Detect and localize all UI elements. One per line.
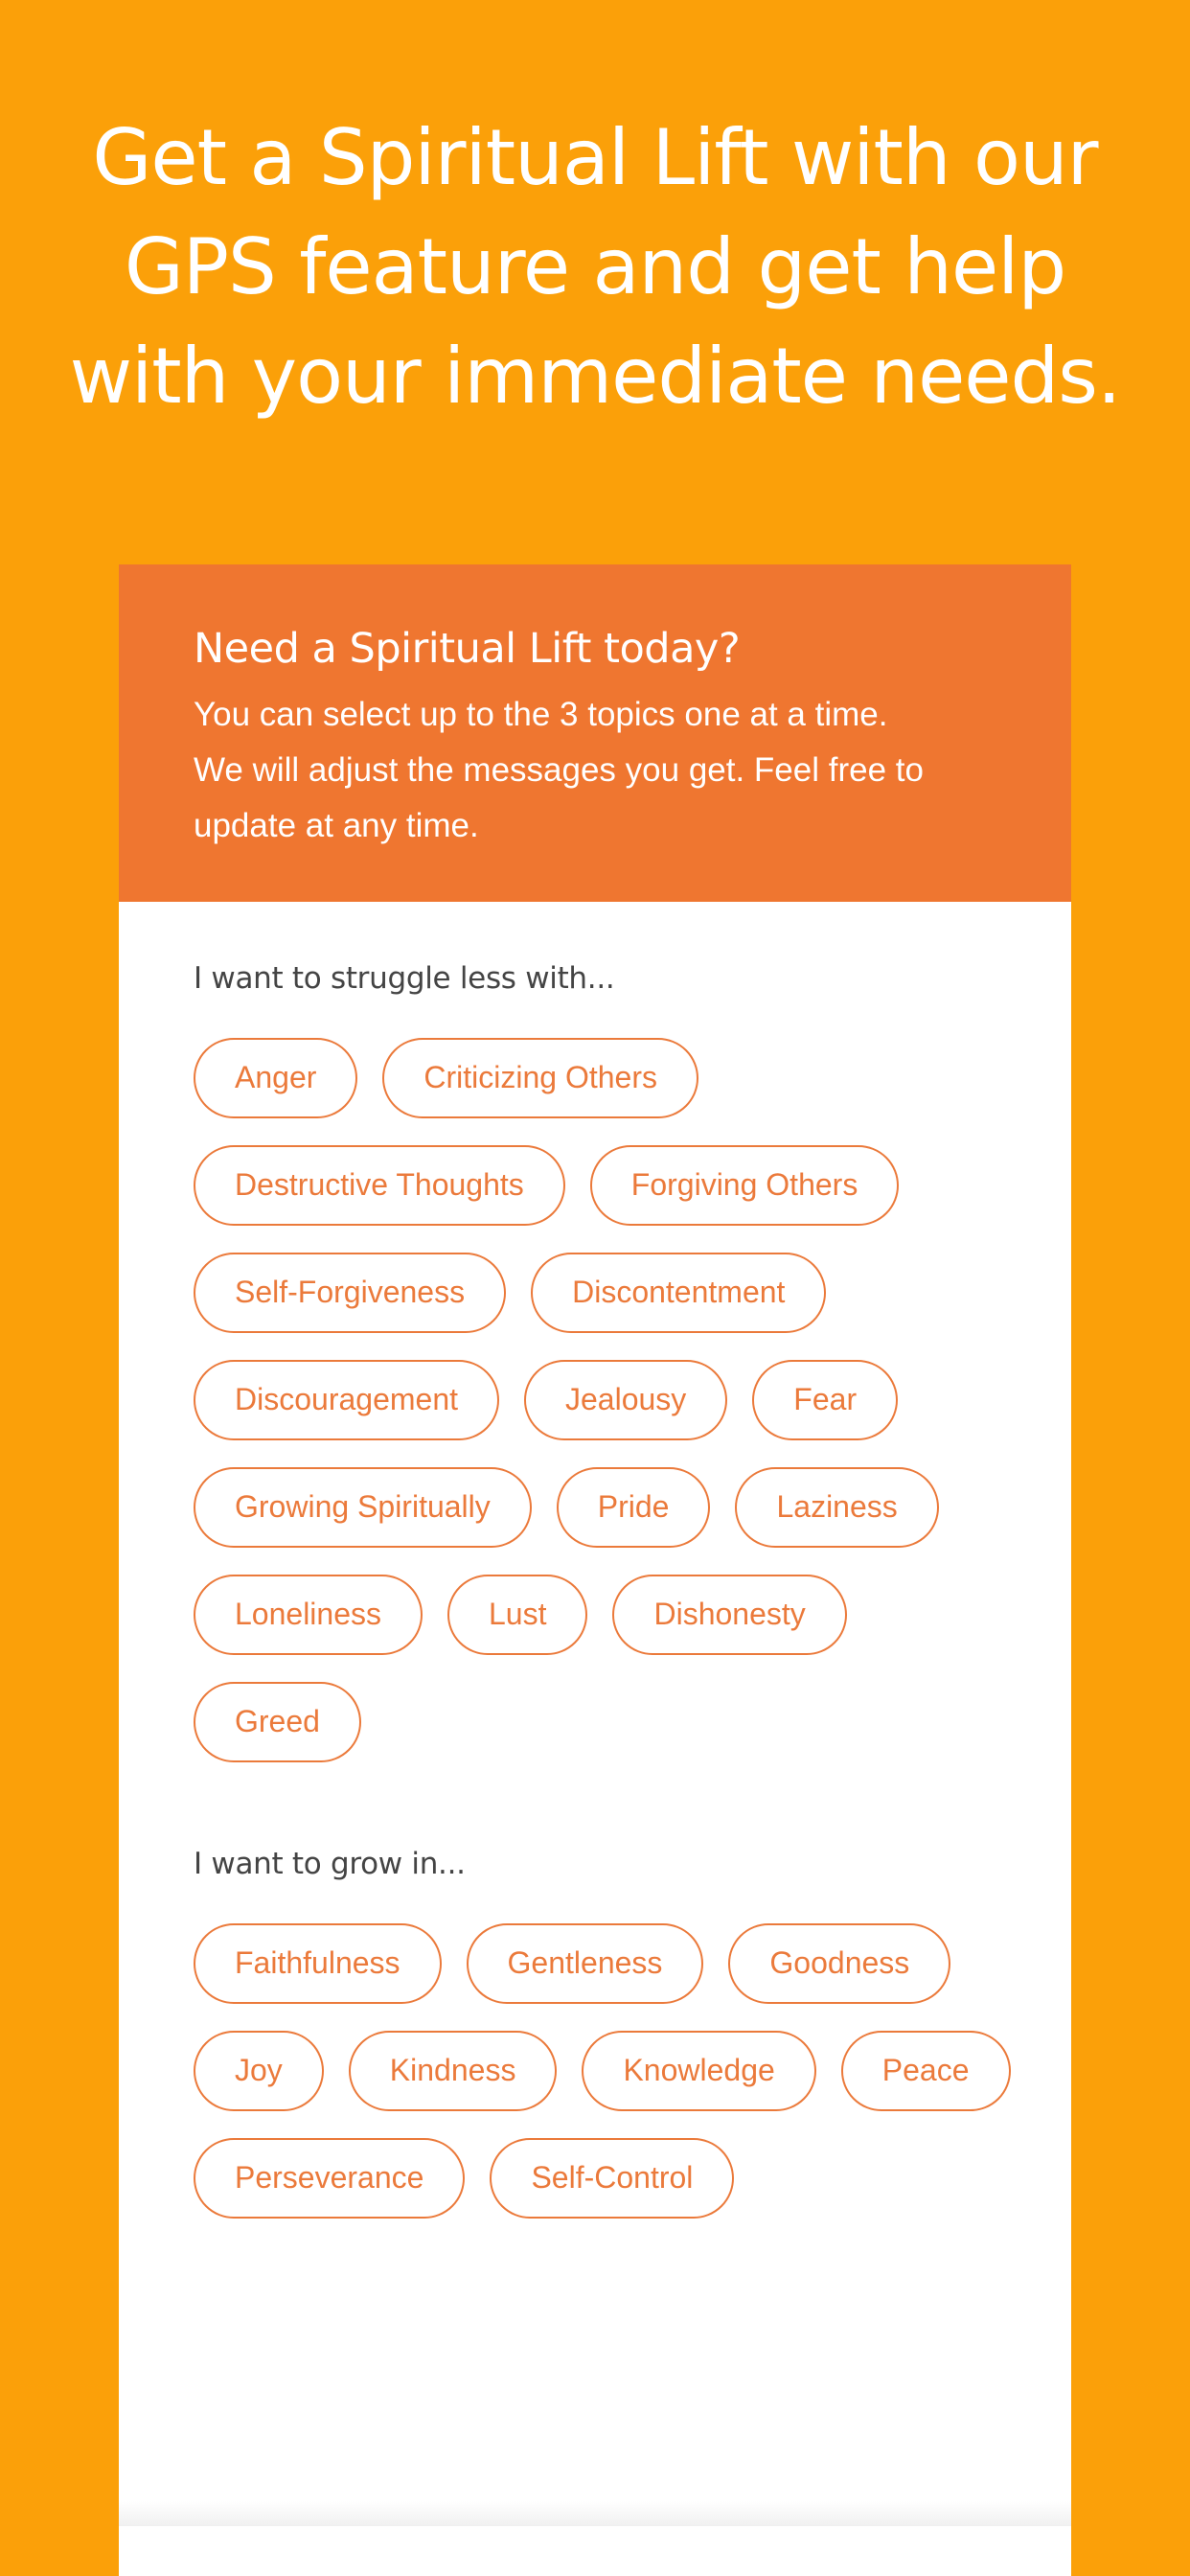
grow-section-label: I want to grow in...	[194, 1847, 466, 1881]
grow-topic-chip[interactable]: Faithfulness	[194, 1923, 442, 2004]
grow-topic-chip[interactable]: Knowledge	[582, 2031, 816, 2111]
topic-selection-card: Need a Spiritual Lift today? You can sel…	[119, 564, 1071, 2576]
struggle-topic-chip[interactable]: Growing Spiritually	[194, 1467, 532, 1548]
hero-title-line: GPS feature and get help	[124, 222, 1066, 311]
hero-title-line: Get a Spiritual Lift with our	[92, 113, 1098, 202]
struggle-topic-chip[interactable]: Lust	[447, 1575, 588, 1655]
struggle-topic-chip[interactable]: Greed	[194, 1682, 361, 1762]
card-body: I want to struggle less with... Anger Cri…	[119, 902, 1071, 2219]
struggle-topic-chip[interactable]: Anger	[194, 1038, 358, 1118]
struggle-topic-chip[interactable]: Discontentment	[531, 1253, 827, 1333]
struggle-topic-chip[interactable]: Self-Forgiveness	[194, 1253, 507, 1333]
grow-topic-chip[interactable]: Kindness	[348, 2031, 558, 2111]
struggle-topic-list: Anger Criticizing Others Destructive Thoug…	[194, 1038, 1018, 1762]
struggle-topic-chip[interactable]: Pride	[556, 1467, 711, 1548]
grow-topic-chip[interactable]: Gentleness	[466, 1923, 704, 2004]
grow-topic-chip[interactable]: Perseverance	[194, 2138, 466, 2219]
card-bottom-shadow	[119, 2501, 1071, 2528]
struggle-topic-chip[interactable]: Loneliness	[194, 1575, 423, 1655]
grow-topic-chip[interactable]: Peace	[840, 2031, 1011, 2111]
struggle-topic-chip[interactable]: Fear	[752, 1360, 899, 1440]
card-header: Need a Spiritual Lift today? You can sel…	[119, 564, 1071, 902]
struggle-topic-chip[interactable]: Dishonesty	[612, 1575, 847, 1655]
hero-title-line: with your immediate needs.	[69, 332, 1122, 421]
card-title: Need a Spiritual Lift today?	[194, 625, 741, 673]
hero-title: Get a Spiritual Lift with our GPS featur…	[0, 104, 1190, 431]
struggle-section: I want to struggle less with... Anger Cri…	[194, 959, 1014, 1762]
grow-topic-chip[interactable]: Self-Control	[490, 2138, 735, 2219]
struggle-topic-chip[interactable]: Criticizing Others	[382, 1038, 698, 1118]
struggle-section-label: I want to struggle less with...	[194, 961, 615, 996]
grow-topic-chip[interactable]: Goodness	[728, 1923, 951, 2004]
bottom-panel	[119, 2526, 1071, 2576]
struggle-topic-chip[interactable]: Forgiving Others	[589, 1145, 900, 1226]
grow-topic-list: Faithfulness Gentleness Goodness Joy Kindnes…	[194, 1923, 1018, 2219]
struggle-topic-chip[interactable]: Jealousy	[524, 1360, 728, 1440]
struggle-topic-chip[interactable]: Destructive Thoughts	[194, 1145, 565, 1226]
struggle-topic-chip[interactable]: Laziness	[735, 1467, 939, 1548]
card-description-line: We will adjust the messages you get. Fee…	[194, 751, 924, 789]
card-description-line: You can select up to the 3 topics one at…	[194, 696, 888, 733]
card-description: You can select up to the 3 topics one at…	[194, 687, 1014, 854]
card-description-line: update at any time.	[194, 807, 479, 844]
grow-section: I want to grow in... Faithfulness Gentlen…	[194, 1845, 1014, 2219]
grow-topic-chip[interactable]: Joy	[194, 2031, 324, 2111]
struggle-topic-chip[interactable]: Discouragement	[194, 1360, 499, 1440]
